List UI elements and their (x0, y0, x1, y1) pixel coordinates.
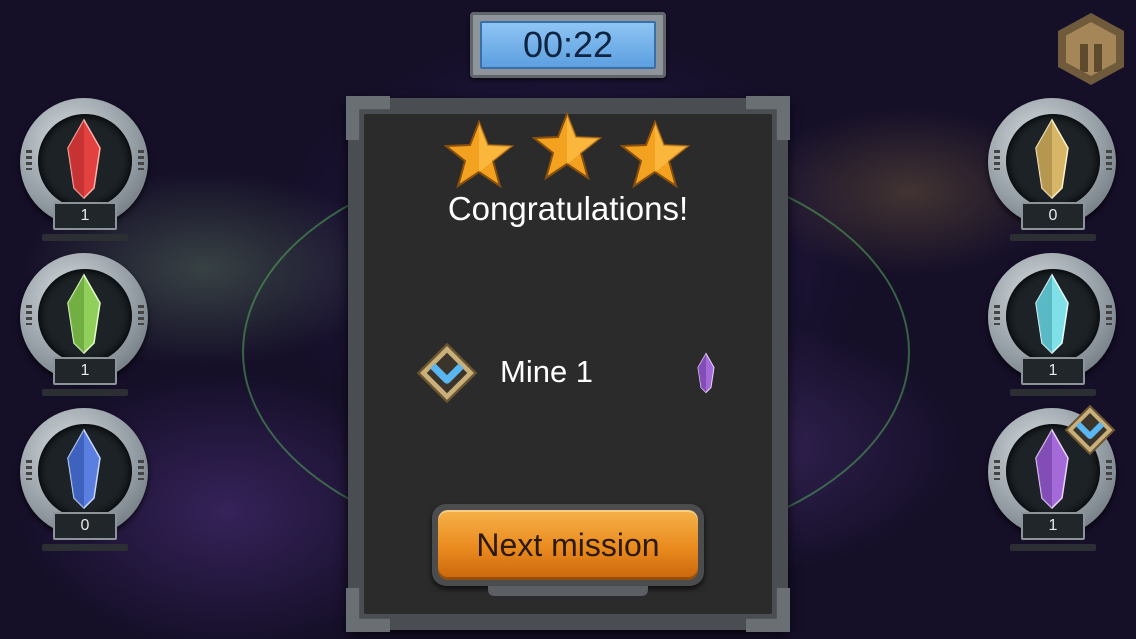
crystal-count: 1 (1021, 357, 1085, 385)
pause-icon (1066, 22, 1116, 76)
objective-row: Mine 1 (416, 342, 726, 406)
check-badge-icon (416, 342, 478, 404)
timer-display: 00:22 (470, 12, 666, 78)
crystal-slot-gold: 0 (988, 98, 1118, 248)
mission-complete-dialog: Congratulations! Mine 1 Next mission (346, 96, 790, 632)
crystal-slot-green: 1 (20, 253, 150, 403)
check-badge-icon (1064, 404, 1116, 456)
next-mission-button[interactable]: Next mission (432, 504, 704, 596)
cyan-crystal-icon (1035, 273, 1069, 355)
crystal-count: 0 (53, 512, 117, 540)
red-crystal-icon (67, 118, 101, 200)
star-rating (444, 112, 692, 192)
blue-crystal-icon (67, 428, 101, 510)
purple-crystal-icon (697, 352, 715, 394)
timer-value: 00:22 (480, 21, 656, 69)
green-crystal-icon (67, 273, 101, 355)
crystal-count: 1 (53, 357, 117, 385)
next-mission-label: Next mission (438, 510, 698, 580)
objective-label: Mine 1 (500, 354, 594, 389)
crystal-slot-red: 1 (20, 98, 150, 248)
dialog-title: Congratulations! (447, 190, 689, 227)
gold-crystal-icon (1035, 118, 1069, 200)
crystal-count: 1 (53, 202, 117, 230)
star-icon (532, 112, 602, 181)
star-icon (444, 120, 514, 189)
crystal-count: 0 (1021, 202, 1085, 230)
crystal-slot-blue: 0 (20, 408, 150, 558)
crystal-slot-purple: 1 (988, 404, 1118, 558)
crystal-slot-cyan: 1 (988, 253, 1118, 403)
pause-button[interactable] (1058, 13, 1124, 85)
star-icon (620, 120, 690, 189)
crystal-count: 1 (1021, 512, 1085, 540)
